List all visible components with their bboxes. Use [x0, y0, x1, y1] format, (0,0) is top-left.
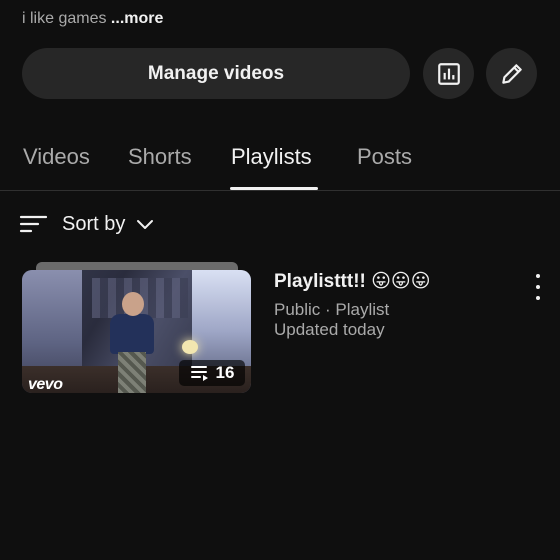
playlist-updated: Updated today — [274, 320, 385, 339]
tab-playlists[interactable]: Playlists — [231, 144, 312, 170]
analytics-button[interactable] — [423, 48, 474, 99]
sort-by-label: Sort by — [62, 212, 126, 235]
chevron-down-icon — [137, 220, 154, 229]
sort-by-button[interactable]: Sort by — [18, 212, 155, 236]
description-text: i like games — [22, 10, 111, 27]
tab-shorts[interactable]: Shorts — [128, 144, 192, 170]
video-count-badge: 16 — [179, 360, 245, 386]
playlist-title[interactable]: Playlisttt!! 😛😛😛 — [274, 270, 431, 293]
bar-chart-icon — [437, 62, 460, 85]
playlist-icon — [190, 366, 208, 381]
more-link[interactable]: ...more — [111, 10, 163, 27]
playlist-visibility: Public · Playlist — [274, 300, 390, 319]
channel-tabs: Videos Shorts Playlists Posts — [0, 128, 560, 191]
vevo-logo: vevo — [28, 376, 63, 393]
pencil-icon — [501, 63, 522, 84]
manage-videos-button[interactable]: Manage videos — [22, 48, 410, 99]
active-tab-indicator — [230, 187, 318, 190]
more-options-icon[interactable] — [528, 274, 548, 300]
playlist-item[interactable]: vevo 16 Playlisttt!! 😛😛😛 Public · Playli… — [22, 262, 560, 397]
edit-channel-button[interactable] — [486, 48, 537, 99]
tab-posts[interactable]: Posts — [357, 144, 412, 170]
manage-videos-label: Manage videos — [147, 62, 285, 84]
channel-description[interactable]: i like games ...more — [22, 10, 163, 28]
video-count: 16 — [215, 363, 235, 382]
playlist-thumbnail[interactable]: vevo 16 — [22, 270, 251, 393]
sort-lines-icon — [19, 215, 48, 233]
tab-videos[interactable]: Videos — [23, 144, 90, 170]
